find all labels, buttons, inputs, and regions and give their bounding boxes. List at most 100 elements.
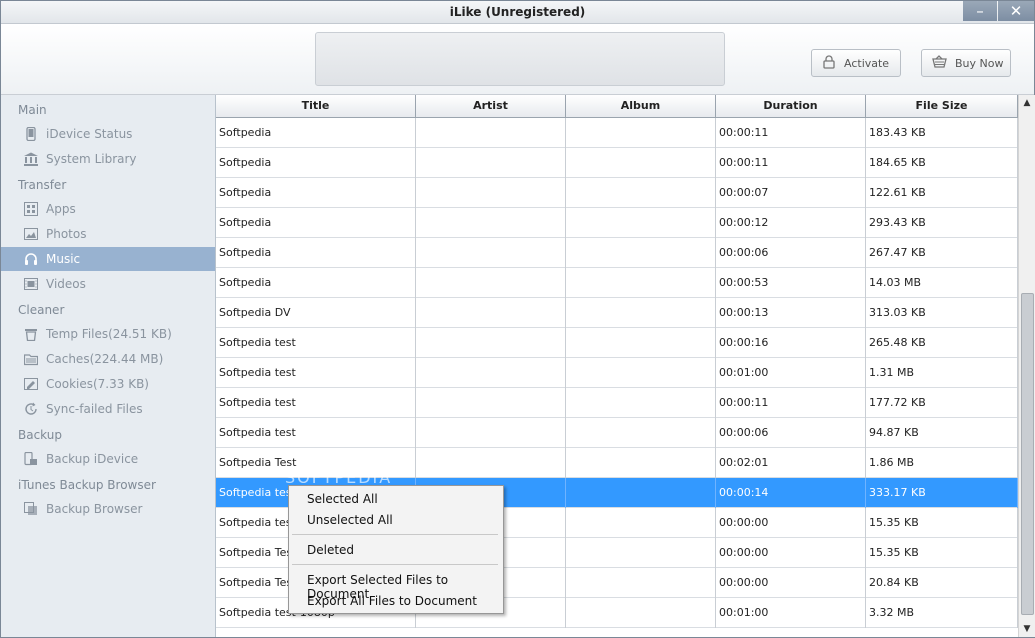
table-row[interactable]: Softpedia DV 00:00:13 313.03 KB xyxy=(216,298,1018,328)
scroll-thumb[interactable] xyxy=(1021,293,1034,615)
sidebar-item-photos[interactable]: Photos xyxy=(1,222,215,246)
browser-icon xyxy=(23,501,39,517)
column-header-album[interactable]: Album xyxy=(566,95,716,117)
column-header-artist[interactable]: Artist xyxy=(416,95,566,117)
cell-file-size: 184.65 KB xyxy=(866,148,1018,178)
table-row[interactable]: Softpedia 00:00:53 14.03 MB xyxy=(216,268,1018,298)
table-row[interactable]: Softpedia test 00:01:00 1.31 MB xyxy=(216,358,1018,388)
activate-button[interactable]: Activate xyxy=(811,49,901,77)
column-header-duration[interactable]: Duration xyxy=(716,95,866,117)
cell-duration: 00:00:11 xyxy=(716,118,866,148)
cell-album xyxy=(566,538,716,568)
sidebar-item-caches[interactable]: Caches(224.44 MB) xyxy=(1,347,215,371)
cookie-icon xyxy=(23,376,39,392)
sidebar-item-temp-files[interactable]: Temp Files(24.51 KB) xyxy=(1,322,215,346)
cell-artist xyxy=(416,388,566,418)
sync-icon xyxy=(23,401,39,417)
sidebar-item-idevice-status[interactable]: iDevice Status xyxy=(1,122,215,146)
cell-title: Softpedia xyxy=(216,178,416,208)
cell-duration: 00:01:00 xyxy=(716,358,866,388)
buy-now-button[interactable]: Buy Now xyxy=(921,49,1011,77)
cart-icon xyxy=(932,54,947,72)
cell-file-size: 1.31 MB xyxy=(866,358,1018,388)
menu-item-export-all[interactable]: Export All Files to Document xyxy=(307,594,477,608)
cell-album xyxy=(566,388,716,418)
cell-duration: 00:00:53 xyxy=(716,268,866,298)
cell-album xyxy=(566,478,716,508)
sidebar-item-label: iDevice Status xyxy=(46,127,133,141)
film-icon xyxy=(23,276,39,292)
cell-album xyxy=(566,298,716,328)
cell-album xyxy=(566,418,716,448)
table-row[interactable]: Softpedia test 00:00:16 265.48 KB xyxy=(216,328,1018,358)
table-row[interactable]: Softpedia 00:00:11 183.43 KB xyxy=(216,118,1018,148)
cell-file-size: 183.43 KB xyxy=(866,118,1018,148)
lock-icon xyxy=(822,54,836,72)
sidebar-item-label: Music xyxy=(46,252,81,266)
section-transfer: Transfer xyxy=(18,178,67,192)
cell-artist xyxy=(416,178,566,208)
cell-artist xyxy=(416,118,566,148)
cell-file-size: 267.47 KB xyxy=(866,238,1018,268)
cell-duration: 00:00:12 xyxy=(716,208,866,238)
cell-file-size: 15.35 KB xyxy=(866,508,1018,538)
close-button[interactable]: ✕ xyxy=(998,1,1034,21)
cell-file-size: 94.87 KB xyxy=(866,418,1018,448)
cell-title: Softpedia test xyxy=(216,358,416,388)
folder-icon xyxy=(23,351,39,367)
menu-item-unselected-all[interactable]: Unselected All xyxy=(307,513,393,527)
sidebar-item-cookies[interactable]: Cookies(7.33 KB) xyxy=(1,372,215,396)
sidebar-item-apps[interactable]: Apps xyxy=(1,197,215,221)
cell-file-size: 313.03 KB xyxy=(866,298,1018,328)
cell-duration: 00:00:00 xyxy=(716,538,866,568)
context-menu: Selected All Unselected All Deleted Expo… xyxy=(288,485,504,614)
sidebar-item-videos[interactable]: Videos xyxy=(1,272,215,296)
column-header-title[interactable]: Title xyxy=(216,95,416,117)
cell-file-size: 293.43 KB xyxy=(866,208,1018,238)
title-bar[interactable]: iLike (Unregistered) – ✕ xyxy=(1,1,1034,24)
minimize-button[interactable]: – xyxy=(963,1,997,21)
cell-album xyxy=(566,178,716,208)
cell-duration: 00:00:00 xyxy=(716,508,866,538)
cell-duration: 00:00:06 xyxy=(716,418,866,448)
table-row[interactable]: Softpedia 00:00:06 267.47 KB xyxy=(216,238,1018,268)
sidebar-item-label: Photos xyxy=(46,227,87,241)
table-row[interactable]: Softpedia 00:00:07 122.61 KB xyxy=(216,178,1018,208)
cell-album xyxy=(566,148,716,178)
table-row[interactable]: Softpedia 00:00:12 293.43 KB xyxy=(216,208,1018,238)
cell-artist xyxy=(416,418,566,448)
cell-duration: 00:01:00 xyxy=(716,598,866,628)
table-row[interactable]: Softpedia test 00:00:06 94.87 KB xyxy=(216,418,1018,448)
cell-duration: 00:00:06 xyxy=(716,238,866,268)
library-icon xyxy=(23,151,39,167)
cell-title: Softpedia xyxy=(216,268,416,298)
sidebar-item-backup-browser[interactable]: Backup Browser xyxy=(1,497,215,521)
cell-title: Softpedia xyxy=(216,208,416,238)
scroll-up-arrow-icon[interactable]: ▲ xyxy=(1019,95,1035,111)
cell-artist xyxy=(416,328,566,358)
sidebar-item-label: Cookies(7.33 KB) xyxy=(46,377,149,391)
sidebar-item-label: Backup Browser xyxy=(46,502,143,516)
column-header-file-size[interactable]: File Size xyxy=(866,95,1018,117)
cell-duration: 00:00:11 xyxy=(716,148,866,178)
vertical-scrollbar[interactable]: ▲ ▼ xyxy=(1018,95,1035,637)
sidebar-item-backup-idevice[interactable]: Backup iDevice xyxy=(1,447,215,471)
sidebar-item-music[interactable]: Music xyxy=(1,247,215,271)
menu-item-deleted[interactable]: Deleted xyxy=(307,543,354,557)
apps-icon xyxy=(23,201,39,217)
sidebar-item-sync-failed[interactable]: Sync-failed Files xyxy=(1,397,215,421)
cell-album xyxy=(566,118,716,148)
scroll-down-arrow-icon[interactable]: ▼ xyxy=(1019,621,1035,637)
sidebar-item-label: Apps xyxy=(46,202,76,216)
cell-file-size: 333.17 KB xyxy=(866,478,1018,508)
cell-file-size: 122.61 KB xyxy=(866,178,1018,208)
table-row[interactable]: Softpedia test 00:00:11 177.72 KB xyxy=(216,388,1018,418)
sidebar: Main iDevice Status System Library Trans… xyxy=(1,95,216,637)
menu-item-selected-all[interactable]: Selected All xyxy=(307,492,378,506)
cell-title: Softpedia DV xyxy=(216,298,416,328)
activate-label: Activate xyxy=(844,56,890,70)
sidebar-item-system-library[interactable]: System Library xyxy=(1,147,215,171)
photos-icon xyxy=(23,226,39,242)
table-row[interactable]: Softpedia Test 00:02:01 1.86 MB xyxy=(216,448,1018,478)
table-row[interactable]: Softpedia 00:00:11 184.65 KB xyxy=(216,148,1018,178)
